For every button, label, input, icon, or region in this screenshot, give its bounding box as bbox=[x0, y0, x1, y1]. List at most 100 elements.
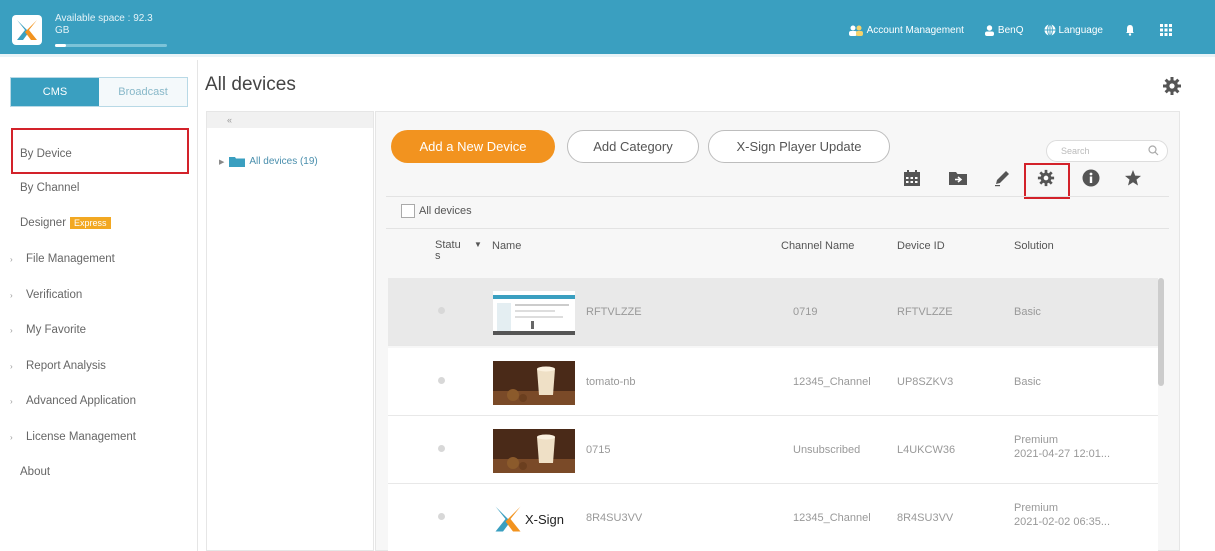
select-all-checkbox[interactable] bbox=[401, 204, 415, 218]
tree-collapse-button[interactable]: « bbox=[207, 112, 373, 128]
status-dot bbox=[438, 307, 445, 314]
sidebar-item-advanced-application[interactable]: › Advanced Application bbox=[0, 386, 190, 416]
device-thumbnail bbox=[493, 361, 575, 405]
edit-icon[interactable] bbox=[993, 169, 1011, 187]
sidebar-item-my-favorite[interactable]: › My Favorite bbox=[0, 315, 190, 345]
solution: Basic bbox=[1014, 376, 1041, 388]
storage-progress-bar bbox=[55, 44, 167, 47]
top-nav: Account Management BenQ Language bbox=[828, 24, 1175, 36]
add-category-button[interactable]: Add Category bbox=[567, 130, 699, 163]
device-thumbnail: X-Sign bbox=[493, 497, 575, 541]
solution-date: 2021-02-02 06:35... bbox=[1014, 516, 1111, 528]
search-placeholder: Search bbox=[1061, 146, 1090, 156]
table-row[interactable]: tomato-nb 12345_Channel UP8SZKV3 Basic bbox=[388, 348, 1158, 416]
sidebar-item-by-channel[interactable]: By Channel bbox=[0, 173, 190, 203]
table-scrollbar[interactable] bbox=[1158, 278, 1164, 386]
top-bar: Available space : 92.3 GB Account Manage… bbox=[0, 0, 1215, 57]
device-name[interactable]: RFTVLZZE bbox=[586, 306, 642, 318]
sidebar-item-label: My Favorite bbox=[26, 324, 87, 336]
column-header-name[interactable]: Name bbox=[492, 240, 521, 252]
select-all-row[interactable]: All devices bbox=[401, 204, 472, 218]
device-name[interactable]: 0715 bbox=[586, 444, 610, 456]
thumbnail-logo-text: X-Sign bbox=[525, 511, 565, 527]
tree-node-all-devices[interactable]: ▶ All devices (19) bbox=[219, 156, 318, 167]
sidebar-item-verification[interactable]: › Verification bbox=[0, 280, 190, 310]
folder-icon bbox=[229, 157, 246, 167]
channel-name: 12345_Channel bbox=[793, 512, 871, 524]
notifications-bell-icon[interactable] bbox=[1125, 24, 1138, 36]
channel-name: 0719 bbox=[793, 306, 818, 318]
sidebar-item-file-management[interactable]: › File Management bbox=[0, 244, 190, 274]
sidebar-item-report-analysis[interactable]: › Report Analysis bbox=[0, 351, 190, 381]
device-name[interactable]: tomato-nb bbox=[586, 376, 636, 388]
column-header-channel[interactable]: Channel Name bbox=[781, 240, 854, 252]
sidebar-item-by-device[interactable]: By Device bbox=[0, 139, 190, 169]
sidebar-item-about[interactable]: About bbox=[0, 457, 190, 487]
column-header-device-id[interactable]: Device ID bbox=[897, 240, 945, 252]
caret-right-icon: ▶ bbox=[219, 158, 225, 166]
express-badge: Express bbox=[70, 217, 111, 229]
column-header-status[interactable]: Statu s bbox=[435, 240, 465, 262]
device-id: L4UKCW36 bbox=[897, 444, 956, 456]
sidebar-item-label: Report Analysis bbox=[26, 360, 106, 372]
user-menu[interactable]: BenQ bbox=[984, 25, 1024, 36]
sidebar-item-label: Verification bbox=[26, 289, 83, 301]
tree-node-label: All devices (19) bbox=[249, 156, 318, 167]
account-management-label: Account Management bbox=[866, 24, 964, 36]
column-header-solution[interactable]: Solution bbox=[1014, 240, 1054, 252]
info-icon[interactable] bbox=[1082, 169, 1100, 187]
search-icon bbox=[1148, 145, 1159, 156]
gear-icon[interactable] bbox=[1037, 169, 1055, 187]
apps-grid-icon[interactable] bbox=[1160, 24, 1175, 36]
chevron-right-icon: › bbox=[10, 432, 13, 442]
globe-icon bbox=[1044, 24, 1055, 36]
tab-broadcast[interactable]: Broadcast bbox=[99, 78, 187, 106]
device-thumbnail bbox=[493, 291, 575, 335]
page-settings-gear-icon[interactable] bbox=[1162, 76, 1182, 101]
page-title: All devices bbox=[205, 74, 296, 95]
sidebar-item-label: By Device bbox=[20, 148, 72, 160]
search-input[interactable]: Search bbox=[1046, 140, 1168, 162]
status-dot bbox=[438, 377, 445, 384]
language-label: Language bbox=[1058, 24, 1104, 36]
xsign-logo-icon[interactable] bbox=[12, 15, 42, 45]
sidebar-item-designer[interactable]: Designer Express bbox=[0, 208, 190, 238]
status-dot bbox=[438, 445, 445, 452]
sort-down-icon[interactable]: ▼ bbox=[474, 240, 482, 249]
chevron-right-icon: › bbox=[10, 254, 13, 264]
table-row[interactable]: RFTVLZZE 0719 RFTVLZZE Basic bbox=[388, 278, 1158, 346]
chevron-right-icon: › bbox=[10, 396, 13, 406]
device-id: RFTVLZZE bbox=[897, 306, 953, 318]
sidebar-item-license-management[interactable]: › License Management bbox=[0, 422, 190, 452]
status-header-label: Statu s bbox=[435, 239, 461, 262]
solution: Premium bbox=[1014, 502, 1059, 514]
user-icon bbox=[984, 24, 994, 36]
sidebar: CMS Broadcast By Device By Channel Desig… bbox=[0, 60, 198, 551]
user-name: BenQ bbox=[997, 24, 1024, 36]
chevron-right-icon: › bbox=[10, 361, 13, 371]
calendar-icon[interactable] bbox=[903, 169, 921, 187]
star-icon[interactable] bbox=[1124, 169, 1142, 187]
chevron-right-icon: › bbox=[10, 290, 13, 300]
language-menu[interactable]: Language bbox=[1044, 24, 1104, 36]
divider bbox=[386, 196, 1169, 197]
account-management-link[interactable]: Account Management bbox=[848, 25, 964, 36]
channel-name: 12345_Channel bbox=[793, 376, 871, 388]
tab-cms[interactable]: CMS bbox=[11, 78, 99, 106]
sidebar-item-label: By Channel bbox=[20, 182, 80, 194]
sidebar-item-label: File Management bbox=[26, 253, 115, 265]
add-new-device-button[interactable]: Add a New Device bbox=[391, 130, 555, 163]
available-space: Available space : 92.3 GB bbox=[55, 13, 165, 37]
device-name[interactable]: 8R4SU3VV bbox=[586, 512, 642, 524]
solution: Premium bbox=[1014, 434, 1059, 446]
table-row[interactable]: 0715 Unsubscribed L4UKCW36 Premium 2021-… bbox=[388, 416, 1158, 484]
table-row[interactable]: X-Sign 8R4SU3VV 12345_Channel 8R4SU3VV P… bbox=[388, 484, 1158, 551]
mode-tabs: CMS Broadcast bbox=[10, 77, 188, 107]
solution: Basic bbox=[1014, 306, 1041, 318]
channel-name: Unsubscribed bbox=[793, 444, 861, 456]
divider bbox=[386, 228, 1169, 229]
move-folder-icon[interactable] bbox=[949, 169, 967, 187]
device-thumbnail bbox=[493, 429, 575, 473]
player-update-button[interactable]: X-Sign Player Update bbox=[708, 130, 890, 163]
device-id: UP8SZKV3 bbox=[897, 376, 954, 388]
